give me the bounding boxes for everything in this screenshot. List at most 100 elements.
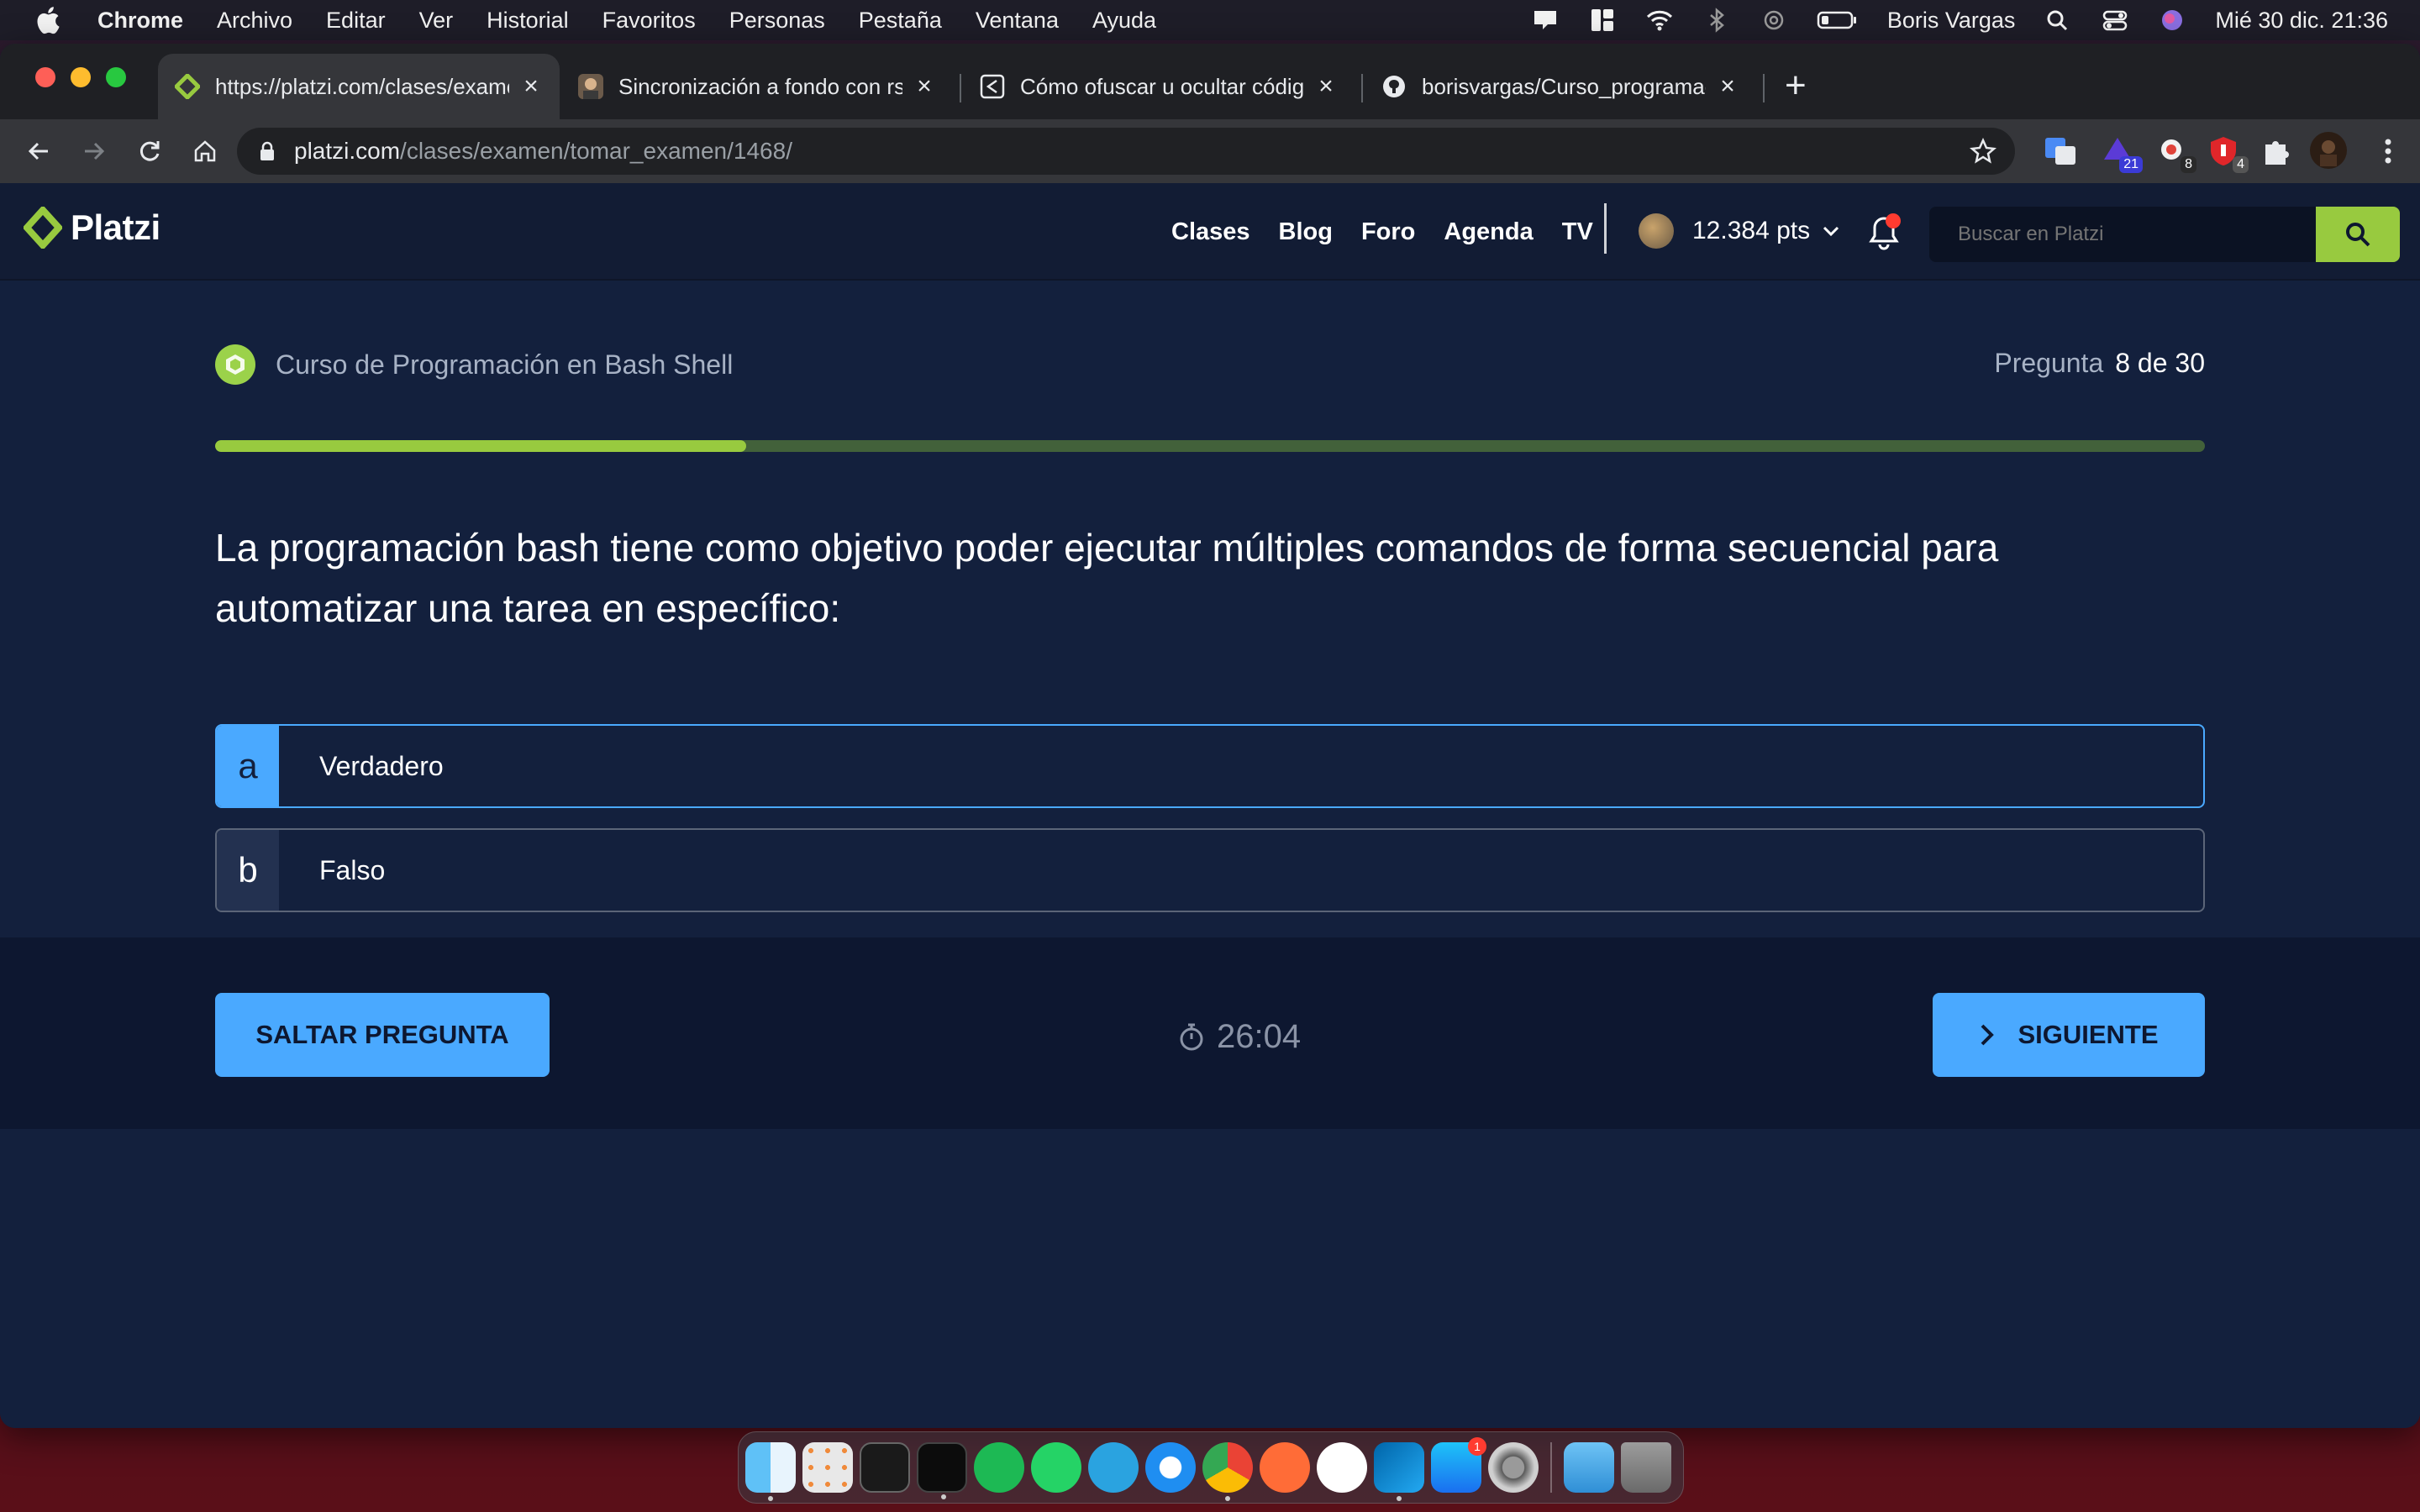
menu-historial[interactable]: Historial xyxy=(487,8,569,34)
chevron-down-icon xyxy=(1823,226,1839,237)
chrome-icon[interactable] xyxy=(1202,1442,1253,1501)
platzi-icon xyxy=(175,74,200,99)
bluetooth-icon[interactable] xyxy=(1702,8,1731,33)
menu-favoritos[interactable]: Favoritos xyxy=(602,8,696,34)
skip-question-button[interactable]: SALTAR PREGUNTA xyxy=(215,993,550,1077)
macos-menubar: Chrome Archivo Editar Ver Historial Favo… xyxy=(0,0,2420,40)
reload-button[interactable] xyxy=(133,134,166,168)
menu-ventana[interactable]: Ventana xyxy=(976,8,1059,34)
menu-archivo[interactable]: Archivo xyxy=(217,8,292,34)
zoom-window-button[interactable] xyxy=(106,67,126,87)
menu-pestana[interactable]: Pestaña xyxy=(859,8,942,34)
postman-icon[interactable] xyxy=(1260,1442,1310,1493)
exam-progress-fill xyxy=(215,440,747,452)
telegram-icon[interactable] xyxy=(1088,1442,1139,1493)
layout-icon[interactable] xyxy=(1588,8,1617,33)
bookmark-star-icon[interactable] xyxy=(1970,138,1996,165)
lock-icon[interactable] xyxy=(259,141,276,161)
spotlight-search-icon[interactable] xyxy=(2044,8,2072,33)
platzi-logo-text: Platzi xyxy=(71,207,160,247)
timer-value: 26:04 xyxy=(1217,1018,1302,1055)
browser-menu-icon[interactable] xyxy=(2371,134,2405,168)
url-host: platzi.com xyxy=(294,138,401,164)
forward-button[interactable] xyxy=(77,134,111,168)
notification-mute-icon[interactable] xyxy=(1531,8,1560,33)
wifi-icon[interactable] xyxy=(1645,8,1674,33)
nav-foro[interactable]: Foro xyxy=(1361,218,1415,246)
running-indicator xyxy=(1397,1496,1402,1501)
back-button[interactable] xyxy=(22,134,55,168)
new-tab-button[interactable]: + xyxy=(1785,67,1807,104)
tab-title: Cómo ofuscar u ocultar código xyxy=(1020,73,1304,99)
extension-2-icon[interactable]: 21 xyxy=(2101,134,2143,173)
extension-badge: 4 xyxy=(2233,156,2249,173)
course-badge-icon xyxy=(215,344,255,385)
menubar-clock[interactable]: Mié 30 dic. 21:36 xyxy=(2215,8,2388,34)
answer-option-a[interactable]: a Verdadero xyxy=(215,724,2205,808)
spotify-icon[interactable] xyxy=(974,1442,1024,1493)
safari-icon[interactable] xyxy=(1145,1442,1196,1493)
launchpad-icon[interactable] xyxy=(802,1442,853,1493)
answer-option-b[interactable]: b Falso xyxy=(215,828,2205,912)
option-text: Falso xyxy=(319,854,386,885)
exam-progress-bar xyxy=(215,440,2205,452)
question-text: La programación bash tiene como objetivo… xyxy=(215,526,1999,630)
trash-icon[interactable] xyxy=(1621,1442,1671,1493)
menu-editar[interactable]: Editar xyxy=(326,8,386,34)
tab-github[interactable]: borisvargas/Curso_programaci × xyxy=(1365,54,1756,119)
finder-icon[interactable] xyxy=(745,1442,796,1501)
next-question-button[interactable]: SIGUIENTE xyxy=(1933,993,2205,1077)
course-header: Curso de Programación en Bash Shell xyxy=(215,344,733,385)
tab-rsync[interactable]: Sincronización a fondo con rsyn × xyxy=(561,54,953,119)
search-icon xyxy=(2346,223,2370,247)
whatsapp-icon[interactable] xyxy=(1031,1442,1081,1493)
home-button[interactable] xyxy=(188,134,222,168)
nav-clases[interactable]: Clases xyxy=(1171,218,1250,246)
forward-arrow-icon xyxy=(85,142,105,160)
tab-ofuscar[interactable]: Cómo ofuscar u ocultar código × xyxy=(963,54,1355,119)
iterm-icon[interactable] xyxy=(917,1442,967,1499)
back-arrow-icon xyxy=(28,142,48,160)
site-search-button[interactable] xyxy=(2316,207,2400,262)
menu-ver[interactable]: Ver xyxy=(419,8,454,34)
reload-icon xyxy=(139,141,160,161)
nav-blog[interactable]: Blog xyxy=(1279,218,1333,246)
menubar-user-name[interactable]: Boris Vargas xyxy=(1887,8,2016,34)
close-tab-icon[interactable]: × xyxy=(913,74,936,99)
sublime-icon[interactable] xyxy=(1317,1442,1367,1493)
airdrop-icon[interactable] xyxy=(1760,8,1788,33)
address-bar[interactable]: platzi.com/clases/examen/tomar_examen/14… xyxy=(237,128,2015,175)
control-center-icon[interactable] xyxy=(2101,8,2129,33)
siri-icon[interactable] xyxy=(2158,8,2186,33)
menu-ayuda[interactable]: Ayuda xyxy=(1092,8,1156,34)
site-search-input[interactable] xyxy=(1929,207,2316,262)
adblock-extension-icon[interactable]: 4 xyxy=(2207,134,2249,173)
extensions-puzzle-icon[interactable] xyxy=(2259,134,2292,168)
macos-dock: 1 xyxy=(738,1431,1684,1504)
tab-platzi-exam[interactable]: https://platzi.com/clases/exame × xyxy=(158,54,560,119)
menu-app-name[interactable]: Chrome xyxy=(97,8,183,34)
terminal-icon[interactable] xyxy=(860,1442,910,1493)
vscode-icon[interactable] xyxy=(1374,1442,1424,1501)
profile-avatar-icon[interactable] xyxy=(2309,131,2348,170)
nav-tv[interactable]: TV xyxy=(1562,218,1593,246)
battery-icon[interactable] xyxy=(1817,8,1859,33)
appstore-icon[interactable]: 1 xyxy=(1431,1437,1486,1493)
minimize-window-button[interactable] xyxy=(71,67,91,87)
extension-3-icon[interactable]: 8 xyxy=(2154,134,2196,173)
translate-extension-icon[interactable] xyxy=(2044,134,2077,168)
nav-agenda[interactable]: Agenda xyxy=(1444,218,1533,246)
close-window-button[interactable] xyxy=(35,67,55,87)
close-tab-icon[interactable]: × xyxy=(519,74,543,99)
downloads-icon[interactable] xyxy=(1564,1442,1614,1493)
platzi-logo[interactable]: Platzi xyxy=(24,207,160,249)
menu-personas[interactable]: Personas xyxy=(729,8,825,34)
user-points-menu[interactable]: 12.384 pts xyxy=(1639,213,1840,249)
apple-icon[interactable] xyxy=(34,4,66,36)
close-tab-icon[interactable]: × xyxy=(1716,74,1739,99)
settings-icon[interactable] xyxy=(1488,1442,1539,1493)
close-tab-icon[interactable]: × xyxy=(1314,74,1338,99)
question-label: Pregunta xyxy=(1994,348,2104,378)
option-letter: b xyxy=(217,830,279,911)
tab-separator xyxy=(960,74,961,102)
